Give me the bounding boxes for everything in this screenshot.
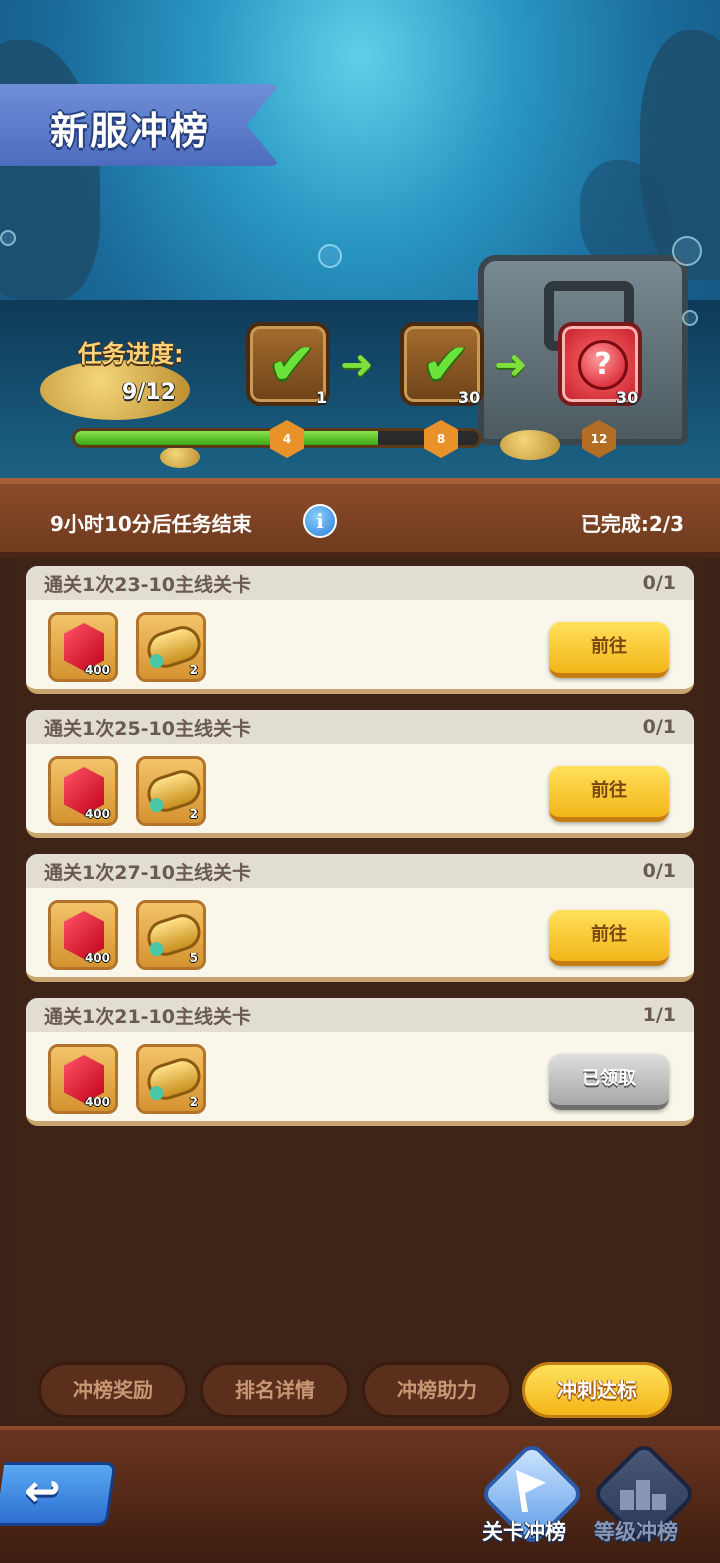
reward-qty: 2: [189, 807, 198, 821]
mystery-reward-icon: ?: [578, 340, 628, 390]
task-row: 通关1次21-10主线关卡 1/1 400 2 已领取: [26, 998, 694, 1126]
task-title: 通关1次21-10主线关卡: [44, 1005, 251, 1028]
tab-ranking-rewards[interactable]: 冲榜奖励: [38, 1362, 188, 1418]
reward-scroll[interactable]: 2: [136, 1044, 206, 1114]
countdown-timer: 9小时10分后任务结束: [50, 512, 252, 536]
task-progress: 0/1: [642, 716, 676, 738]
task-progress: 1/1: [642, 1004, 676, 1026]
tab-ranking-details[interactable]: 排名详情: [200, 1362, 350, 1418]
reward-qty: 400: [84, 807, 110, 821]
milestone-reward-qty: 1: [316, 388, 328, 407]
coin-image: [160, 446, 200, 468]
task-title: 通关1次25-10主线关卡: [44, 717, 251, 740]
completed-count: 已完成:2/3: [580, 512, 684, 536]
task-row: 通关1次25-10主线关卡 0/1 400 2 前往: [26, 710, 694, 838]
task-row: 通关1次23-10主线关卡 0/1 400 2 前往: [26, 566, 694, 694]
task-progress: 0/1: [642, 860, 676, 882]
task-progress: 0/1: [642, 572, 676, 594]
bubble-decoration: [672, 236, 702, 266]
nav-label-level-ranking: 等级冲榜: [594, 1520, 678, 1544]
event-banner: [0, 0, 720, 478]
task-title: 通关1次23-10主线关卡: [44, 573, 251, 596]
check-icon: ✔: [267, 330, 317, 398]
progress-count: 9/12: [122, 380, 176, 405]
reward-scroll[interactable]: 2: [136, 756, 206, 826]
task-progress-fill: [75, 431, 378, 445]
task-row: 通关1次27-10主线关卡 0/1 400 5 前往: [26, 854, 694, 982]
go-button[interactable]: 前往: [549, 910, 669, 966]
reward-qty: 5: [189, 951, 198, 965]
podium-icon: [620, 1478, 666, 1510]
reward-qty: 400: [84, 663, 110, 677]
coin-image: [500, 430, 560, 460]
milestone-reward-qty: 30: [458, 388, 481, 407]
page-title: 新服冲榜: [50, 109, 211, 153]
rock-decoration: [0, 40, 100, 300]
reward-scroll[interactable]: 2: [136, 612, 206, 682]
bubble-decoration: [0, 230, 16, 246]
info-icon[interactable]: i: [303, 504, 337, 538]
reward-scroll[interactable]: 5: [136, 900, 206, 970]
reward-gem[interactable]: 400: [48, 1044, 118, 1114]
bubble-decoration: [318, 244, 342, 268]
progress-label: 任务进度:: [78, 340, 184, 368]
reward-gem[interactable]: 400: [48, 612, 118, 682]
task-title: 通关1次27-10主线关卡: [44, 861, 251, 884]
arrow-right-icon: ➜: [340, 342, 374, 388]
check-icon: ✔: [421, 330, 471, 398]
go-button[interactable]: 前往: [549, 766, 669, 822]
bubble-decoration: [682, 310, 698, 326]
reward-qty: 2: [189, 1095, 198, 1109]
reward-qty: 2: [189, 663, 198, 677]
reward-gem[interactable]: 400: [48, 900, 118, 970]
arrow-right-icon: ➜: [494, 342, 528, 388]
back-arrow-icon: ↩: [24, 1466, 61, 1517]
reward-qty: 400: [84, 1095, 110, 1109]
nav-label-stage-ranking: 关卡冲榜: [482, 1520, 566, 1544]
milestone-reward-qty: 30: [616, 388, 639, 407]
reward-gem[interactable]: 400: [48, 756, 118, 826]
tab-ranking-boost[interactable]: 冲榜助力: [362, 1362, 512, 1418]
claimed-button[interactable]: 已领取: [549, 1054, 669, 1110]
reward-qty: 400: [84, 951, 110, 965]
go-button[interactable]: 前往: [549, 622, 669, 678]
tab-sprint-goals[interactable]: 冲刺达标: [522, 1362, 672, 1418]
